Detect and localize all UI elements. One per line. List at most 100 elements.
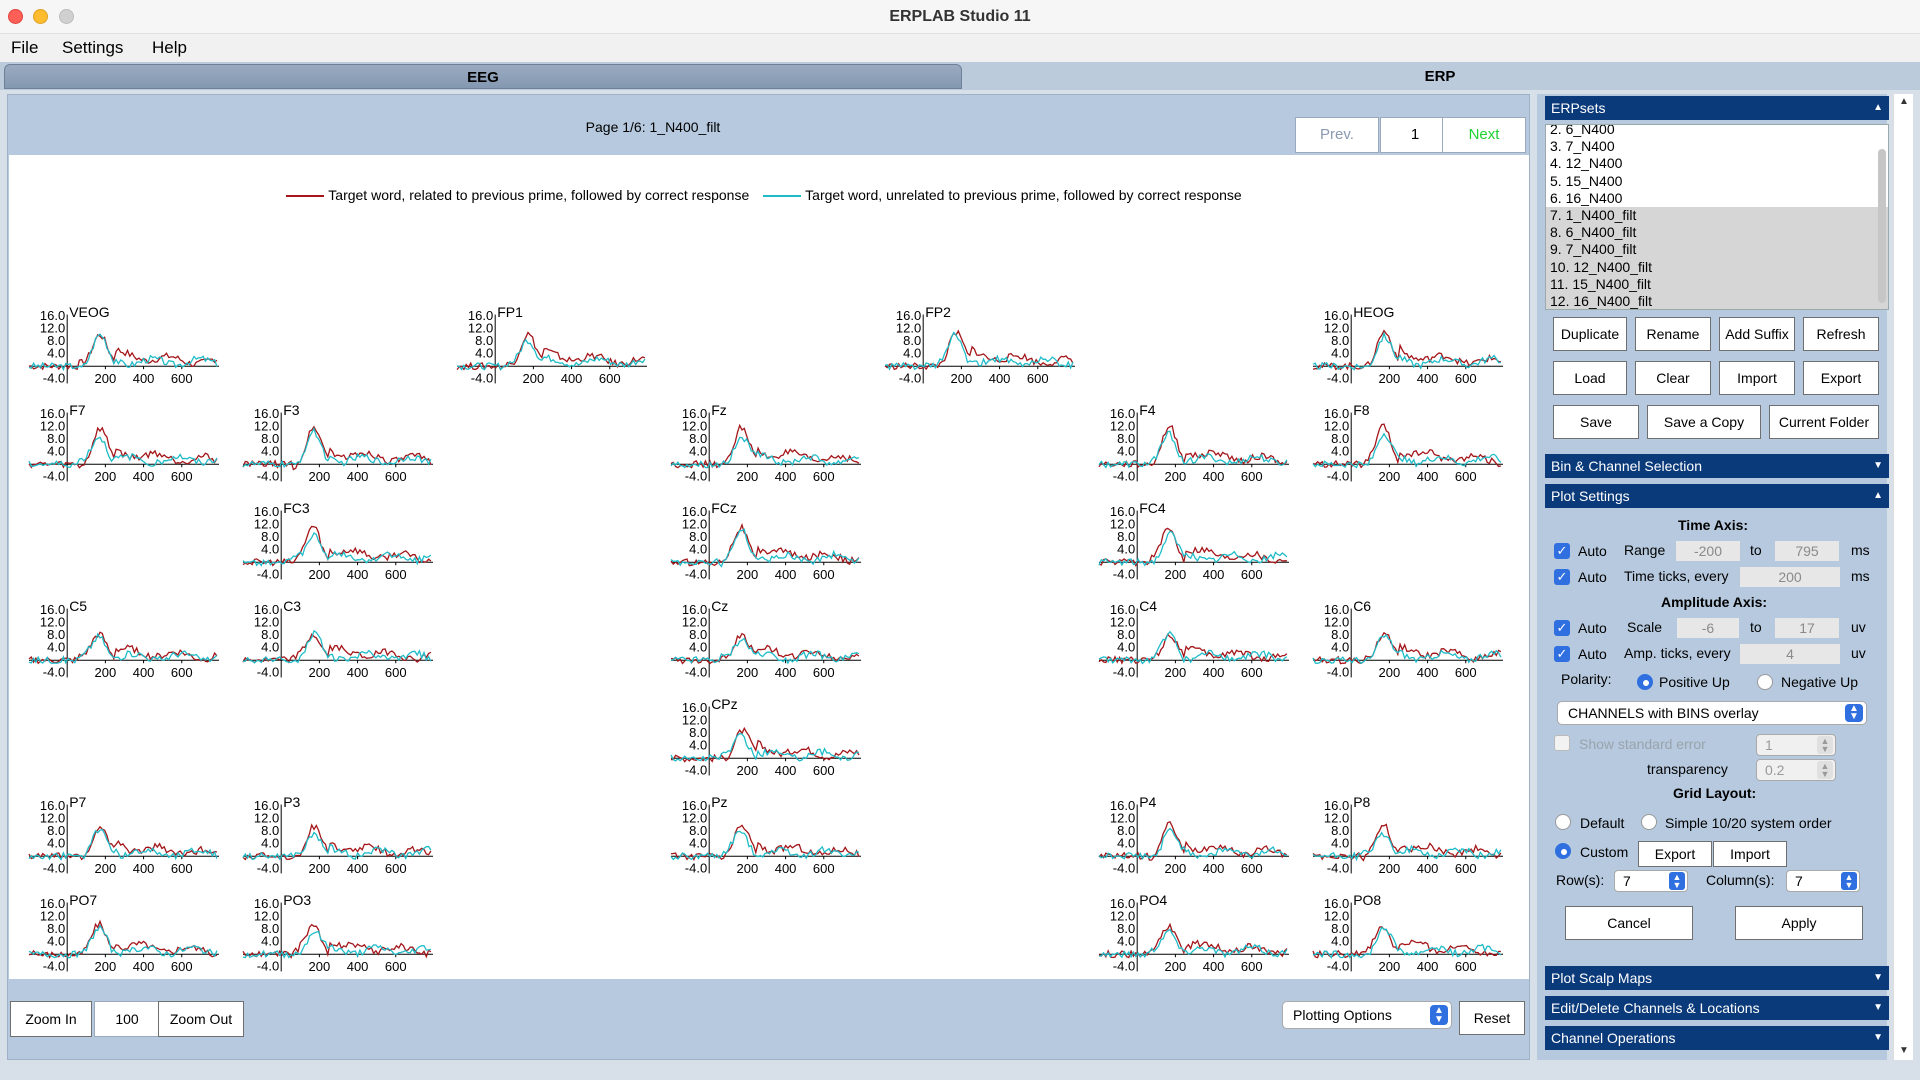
channel-plot-pz[interactable]: 16.0 12.0 8.0 4.0 -4.0 200 400 600 Pz (669, 794, 869, 895)
current-folder-button[interactable]: Current Folder (1769, 405, 1879, 439)
apply-button[interactable]: Apply (1735, 906, 1863, 940)
channel-plot-veog[interactable]: 16.0 12.0 8.0 4.0 -4.0 200 400 600 VEOG (27, 304, 227, 405)
cancel-button[interactable]: Cancel (1565, 906, 1693, 940)
list-scrollbar[interactable] (1878, 149, 1886, 303)
channel-ops-header[interactable]: Channel Operations ▼ (1545, 1026, 1889, 1050)
channel-plot-c5[interactable]: 16.0 12.0 8.0 4.0 -4.0 200 400 600 C5 (27, 598, 227, 699)
erpset-item[interactable]: 7. 1_N400_filt (1546, 206, 1888, 225)
grid-export-button[interactable]: Export (1638, 841, 1712, 867)
channel-plot-c6[interactable]: 16.0 12.0 8.0 4.0 -4.0 200 400 600 C6 (1311, 598, 1511, 699)
overlay-mode-select[interactable]: CHANNELS with BINS overlay ▲ ▼ (1557, 701, 1867, 725)
amp-ticks-auto-checkbox[interactable]: ✓ (1554, 646, 1570, 662)
erpsets-list[interactable]: 2. 6_N400 3. 7_N400 4. 12_N400 5. 15_N400 6.… (1545, 124, 1889, 310)
prev-page-button[interactable]: Prev. (1295, 117, 1379, 153)
time-ticks-field[interactable]: 200 (1740, 567, 1840, 587)
rows-spinner[interactable]: 7 ▲ ▼ (1614, 870, 1688, 892)
zoom-value-field[interactable]: 100 (94, 1001, 160, 1037)
channel-plot-po4[interactable]: 16.0 12.0 8.0 4.0 -4.0 200 400 600 PO4 (1097, 892, 1297, 993)
channel-plot-c3[interactable]: 16.0 12.0 8.0 4.0 -4.0 200 400 600 C3 (241, 598, 441, 699)
channel-plot-po7[interactable]: 16.0 12.0 8.0 4.0 -4.0 200 400 600 PO7 (27, 892, 227, 993)
zoom-in-button[interactable]: Zoom In (10, 1001, 92, 1037)
erpset-item[interactable]: 12. 16_N400_filt (1546, 292, 1888, 309)
channel-plot-po3[interactable]: 16.0 12.0 8.0 4.0 -4.0 200 400 600 PO3 (241, 892, 441, 993)
erpset-item[interactable]: 9. 7_N400_filt (1546, 241, 1888, 259)
scalp-maps-header[interactable]: Plot Scalp Maps ▼ (1545, 966, 1889, 990)
erpset-item[interactable]: 8. 6_N400_filt (1546, 224, 1888, 242)
scale-to-field[interactable]: 17 (1775, 618, 1839, 638)
plotting-options-select[interactable]: Plotting Options ▲ ▼ (1282, 1001, 1452, 1029)
erpsets-header[interactable]: ERPsets ▲ (1545, 96, 1889, 120)
next-page-button[interactable]: Next (1442, 117, 1526, 153)
columns-spinner[interactable]: 7 ▲ ▼ (1786, 870, 1860, 892)
channel-plot-fp1[interactable]: 16.0 12.0 8.0 4.0 -4.0 200 400 600 FP1 (455, 304, 655, 405)
grid-import-button[interactable]: Import (1713, 841, 1787, 867)
channel-plot-po8[interactable]: 16.0 12.0 8.0 4.0 -4.0 200 400 600 PO8 (1311, 892, 1511, 993)
rename-button[interactable]: Rename (1635, 317, 1711, 351)
bin-channel-header[interactable]: Bin & Channel Selection ▼ (1545, 454, 1889, 478)
channel-plot-p3[interactable]: 16.0 12.0 8.0 4.0 -4.0 200 400 600 P3 (241, 794, 441, 895)
channel-plot-p7[interactable]: 16.0 12.0 8.0 4.0 -4.0 200 400 600 P7 (27, 794, 227, 895)
save-button[interactable]: Save (1553, 405, 1639, 439)
refresh-button[interactable]: Refresh (1803, 317, 1879, 351)
channel-plot-p4[interactable]: 16.0 12.0 8.0 4.0 -4.0 200 400 600 P4 (1097, 794, 1297, 895)
y-tick-label: -4.0 (685, 861, 707, 876)
channel-plot-fp2[interactable]: 16.0 12.0 8.0 4.0 -4.0 200 400 600 FP2 (883, 304, 1083, 405)
scroll-up-icon[interactable]: ▲ (1894, 96, 1914, 107)
range-to-field[interactable]: 795 (1775, 541, 1839, 561)
load-button[interactable]: Load (1553, 361, 1627, 395)
erpset-item[interactable]: 2. 6_N400 (1546, 125, 1888, 138)
channel-plot-c4[interactable]: 16.0 12.0 8.0 4.0 -4.0 200 400 600 C4 (1097, 598, 1297, 699)
channel-plot-f3[interactable]: 16.0 12.0 8.0 4.0 -4.0 200 400 600 F3 (241, 402, 441, 503)
duplicate-button[interactable]: Duplicate (1553, 317, 1627, 351)
amp-ticks-field[interactable]: 4 (1740, 644, 1840, 664)
menu-file[interactable]: File (11, 38, 38, 58)
range-from-field[interactable]: -200 (1676, 541, 1740, 561)
add-suffix-button[interactable]: Add Suffix (1719, 317, 1795, 351)
tab-erp[interactable]: ERP (962, 64, 1918, 89)
time-ticks-auto-checkbox[interactable]: ✓ (1554, 569, 1570, 585)
channel-plot-f7[interactable]: 16.0 12.0 8.0 4.0 -4.0 200 400 600 F7 (27, 402, 227, 503)
channel-plot-fc4[interactable]: 16.0 12.0 8.0 4.0 -4.0 200 400 600 FC4 (1097, 500, 1297, 601)
channel-plot-heog[interactable]: 16.0 12.0 8.0 4.0 -4.0 200 400 600 HEOG (1311, 304, 1511, 405)
channel-plot-f8[interactable]: 16.0 12.0 8.0 4.0 -4.0 200 400 600 F8 (1311, 402, 1511, 503)
scale-auto-checkbox[interactable]: ✓ (1554, 620, 1570, 636)
positive-up-radio[interactable] (1637, 674, 1653, 690)
negative-up-radio[interactable] (1757, 674, 1773, 690)
export-button[interactable]: Export (1803, 361, 1879, 395)
page-number-field[interactable]: 1 (1380, 117, 1450, 153)
se-value-spinner[interactable]: 1 ▲ ▼ (1756, 734, 1836, 756)
grid-custom-radio[interactable] (1555, 843, 1571, 859)
menu-settings[interactable]: Settings (62, 38, 123, 58)
scale-from-field[interactable]: -6 (1677, 618, 1739, 638)
channel-plot-fcz[interactable]: 16.0 12.0 8.0 4.0 -4.0 200 400 600 FCz (669, 500, 869, 601)
scroll-down-icon[interactable]: ▼ (1894, 1045, 1914, 1056)
channel-plot-cz[interactable]: 16.0 12.0 8.0 4.0 -4.0 200 400 600 Cz (669, 598, 869, 699)
channel-plot-fc3[interactable]: 16.0 12.0 8.0 4.0 -4.0 200 400 600 FC3 (241, 500, 441, 601)
x-tick-label: 200 (1379, 469, 1401, 484)
erpset-item[interactable]: 6. 16_N400 (1546, 190, 1888, 207)
zoom-out-button[interactable]: Zoom Out (158, 1001, 244, 1037)
channel-plot-cpz[interactable]: 16.0 12.0 8.0 4.0 -4.0 200 400 600 CPz (669, 696, 869, 797)
channel-plot-f4[interactable]: 16.0 12.0 8.0 4.0 -4.0 200 400 600 F4 (1097, 402, 1297, 503)
channel-plot-p8[interactable]: 16.0 12.0 8.0 4.0 -4.0 200 400 600 P8 (1311, 794, 1511, 895)
grid-1020-radio[interactable] (1641, 814, 1657, 830)
import-button[interactable]: Import (1719, 361, 1795, 395)
grid-default-radio[interactable] (1555, 814, 1571, 830)
channel-plot-fz[interactable]: 16.0 12.0 8.0 4.0 -4.0 200 400 600 Fz (669, 402, 869, 503)
clear-button[interactable]: Clear (1635, 361, 1711, 395)
panel-scrollbar[interactable]: ▲ ▼ (1893, 94, 1913, 1060)
tab-eeg[interactable]: EEG (4, 64, 962, 89)
plot-settings-header[interactable]: Plot Settings ▲ (1545, 484, 1889, 508)
reset-button[interactable]: Reset (1459, 1001, 1525, 1035)
menu-help[interactable]: Help (152, 38, 187, 58)
show-se-checkbox[interactable] (1554, 735, 1570, 751)
edit-channels-header[interactable]: Edit/Delete Channels & Locations ▼ (1545, 996, 1889, 1020)
erpset-item[interactable]: 3. 7_N400 (1546, 138, 1888, 155)
transparency-spinner[interactable]: 0.2 ▲ ▼ (1756, 759, 1836, 781)
save-copy-button[interactable]: Save a Copy (1647, 405, 1761, 439)
erpset-item[interactable]: 10. 12_N400_filt (1546, 258, 1888, 276)
erpset-item[interactable]: 5. 15_N400 (1546, 173, 1888, 190)
time-range-auto-checkbox[interactable]: ✓ (1554, 543, 1570, 559)
erpset-item[interactable]: 11. 15_N400_filt (1546, 275, 1888, 293)
erpset-item[interactable]: 4. 12_N400 (1546, 155, 1888, 172)
